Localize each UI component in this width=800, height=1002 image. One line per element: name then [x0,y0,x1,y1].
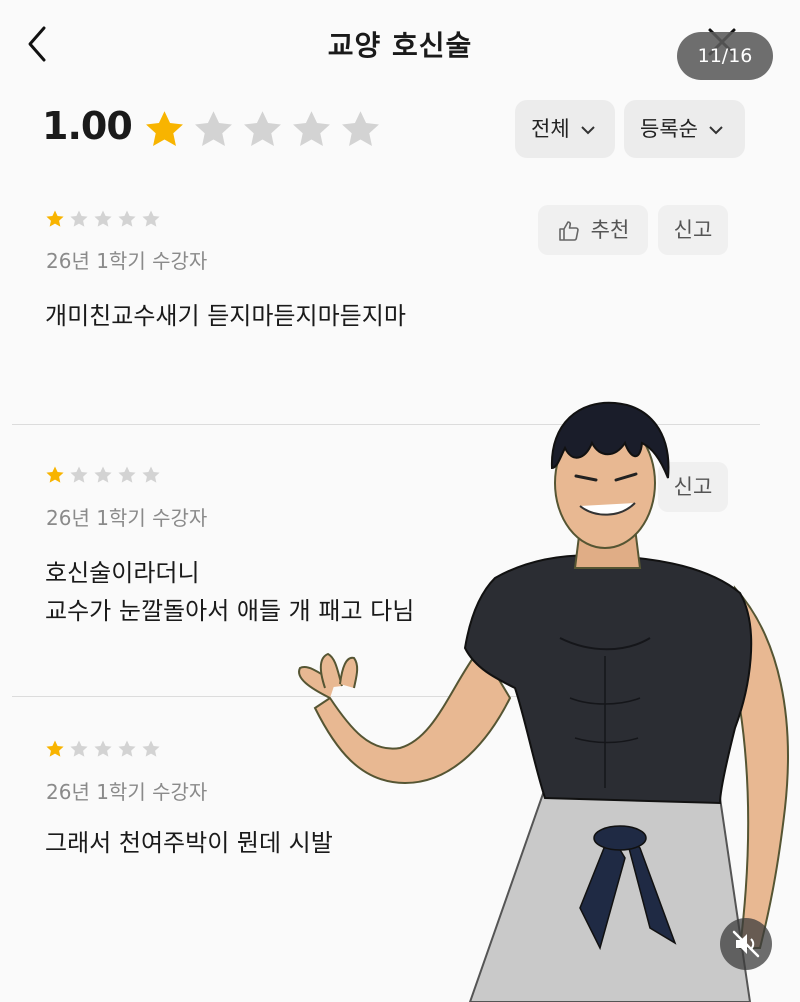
sort-label: 등록순 [640,117,698,141]
review-stars [45,209,161,229]
star-filled-icon [46,740,64,757]
star-empty-icon [342,111,379,146]
star-empty-icon [94,466,112,483]
character-illustration [298,401,789,1002]
star-empty-icon [94,740,112,757]
review-meta: 26년 1학기 수강자 [46,780,208,804]
review-stars [45,465,161,485]
review-meta: 26년 1학기 수강자 [46,506,208,530]
mute-button[interactable] [720,918,772,970]
recommend-label: 추천 [590,218,630,242]
star-empty-icon [118,210,136,227]
recommend-button[interactable]: 추천 [538,205,648,255]
star-filled-icon [46,210,64,227]
star-empty-icon [70,466,88,483]
thumbs-up-icon [558,221,579,241]
star-filled-icon [46,466,64,483]
review-line: 개미친교수새기 듣지마듣지마듣지마 [45,302,406,330]
report-button[interactable]: 신고 [658,205,728,255]
filter-dropdown[interactable]: 전체 [515,100,615,158]
star-empty-icon [293,111,330,146]
star-filled-icon [146,111,183,146]
star-empty-icon [118,466,136,483]
star-empty-icon [70,210,88,227]
star-empty-icon [142,466,160,483]
average-rating: 1.00 [42,104,133,148]
star-empty-icon [244,111,281,146]
review-stars [45,739,161,759]
average-rating-stars [143,108,382,151]
review-page: 교양 호신술 11/16 1.00 전체 등록순 26년 1학기 수강자 개미친… [0,0,800,1002]
review-meta: 26년 1학기 수강자 [46,249,208,273]
chevron-down-icon [580,126,595,135]
mute-icon [732,930,760,958]
star-empty-icon [195,111,232,146]
star-empty-icon [142,210,160,227]
review-text: 개미친교수새기 듣지마듣지마듣지마 [45,297,406,335]
star-empty-icon [70,740,88,757]
star-empty-icon [118,740,136,757]
image-counter-badge: 11/16 [677,32,773,80]
star-empty-icon [94,210,112,227]
filter-label: 전체 [531,117,570,141]
star-empty-icon [142,740,160,757]
sort-dropdown[interactable]: 등록순 [624,100,745,158]
chevron-down-icon [709,126,723,135]
